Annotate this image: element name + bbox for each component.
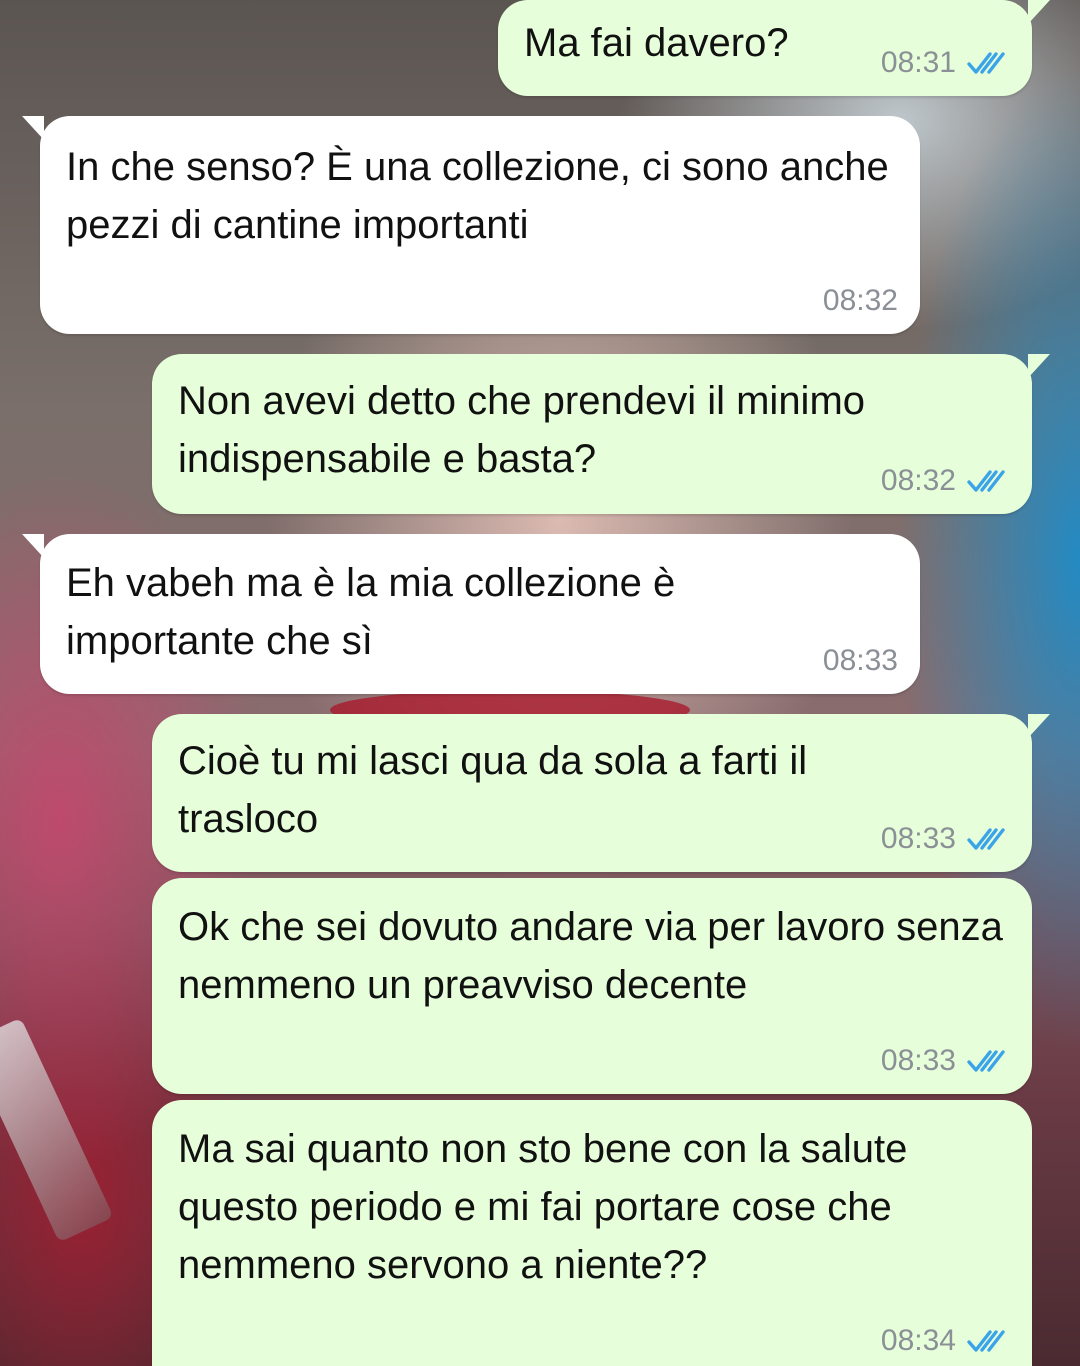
message-bubble-incoming[interactable]: In che senso? È una collezione, ci sono …: [22, 116, 920, 334]
message-bubble-incoming[interactable]: Eh vabeh ma è la mia collezione è import…: [22, 534, 920, 694]
message-list[interactable]: Ma fai davero? 08:31 In che senso? È una…: [0, 0, 1080, 1366]
message-meta: 08:31: [881, 46, 1010, 80]
message-bubble-outgoing[interactable]: Cioè tu mi lasci qua da sola a farti il …: [152, 714, 1050, 872]
message-meta: 08:34: [881, 1324, 1010, 1358]
message-text: Ok che sei dovuto andare via per lavoro …: [178, 905, 1003, 1007]
message-time: 08:33: [880, 822, 956, 855]
bubble-tail: [22, 116, 44, 140]
message-meta: 08:33: [881, 1044, 1010, 1078]
message-time: 08:33: [822, 644, 898, 677]
read-double-check-icon: [967, 470, 1005, 492]
message-bubble-outgoing[interactable]: Ma sai quanto non sto bene con la salute…: [152, 1100, 1032, 1366]
message-text: Cioè tu mi lasci qua da sola a farti il …: [178, 739, 808, 841]
message-time: 08:32: [880, 464, 956, 497]
message-text: Eh vabeh ma è la mia collezione è import…: [66, 561, 676, 663]
read-double-check-icon: [967, 1330, 1005, 1352]
read-double-check-icon: [967, 52, 1005, 74]
message-time: 08:34: [880, 1324, 956, 1357]
message-bubble-outgoing[interactable]: Non avevi detto che prendevi il minimo i…: [152, 354, 1050, 514]
message-meta: 08:33: [881, 822, 1010, 856]
message-text: Ma sai quanto non sto bene con la salute…: [178, 1127, 908, 1287]
message-time: 08:32: [822, 284, 898, 317]
message-bubble-outgoing[interactable]: Ma fai davero? 08:31: [498, 0, 1050, 96]
bubble-tail: [1028, 354, 1050, 378]
read-double-check-icon: [967, 828, 1005, 850]
bubble-tail: [1028, 0, 1050, 24]
message-meta: 08:32: [823, 284, 898, 318]
message-time: 08:31: [880, 46, 956, 79]
bubble-tail: [1028, 714, 1050, 738]
message-bubble-outgoing[interactable]: Ok che sei dovuto andare via per lavoro …: [152, 878, 1032, 1094]
message-meta: 08:32: [881, 464, 1010, 498]
message-meta: 08:33: [823, 644, 898, 678]
read-double-check-icon: [967, 1050, 1005, 1072]
bubble-tail: [22, 534, 44, 558]
message-text: In che senso? È una collezione, ci sono …: [66, 145, 889, 247]
message-time: 08:33: [880, 1044, 956, 1077]
